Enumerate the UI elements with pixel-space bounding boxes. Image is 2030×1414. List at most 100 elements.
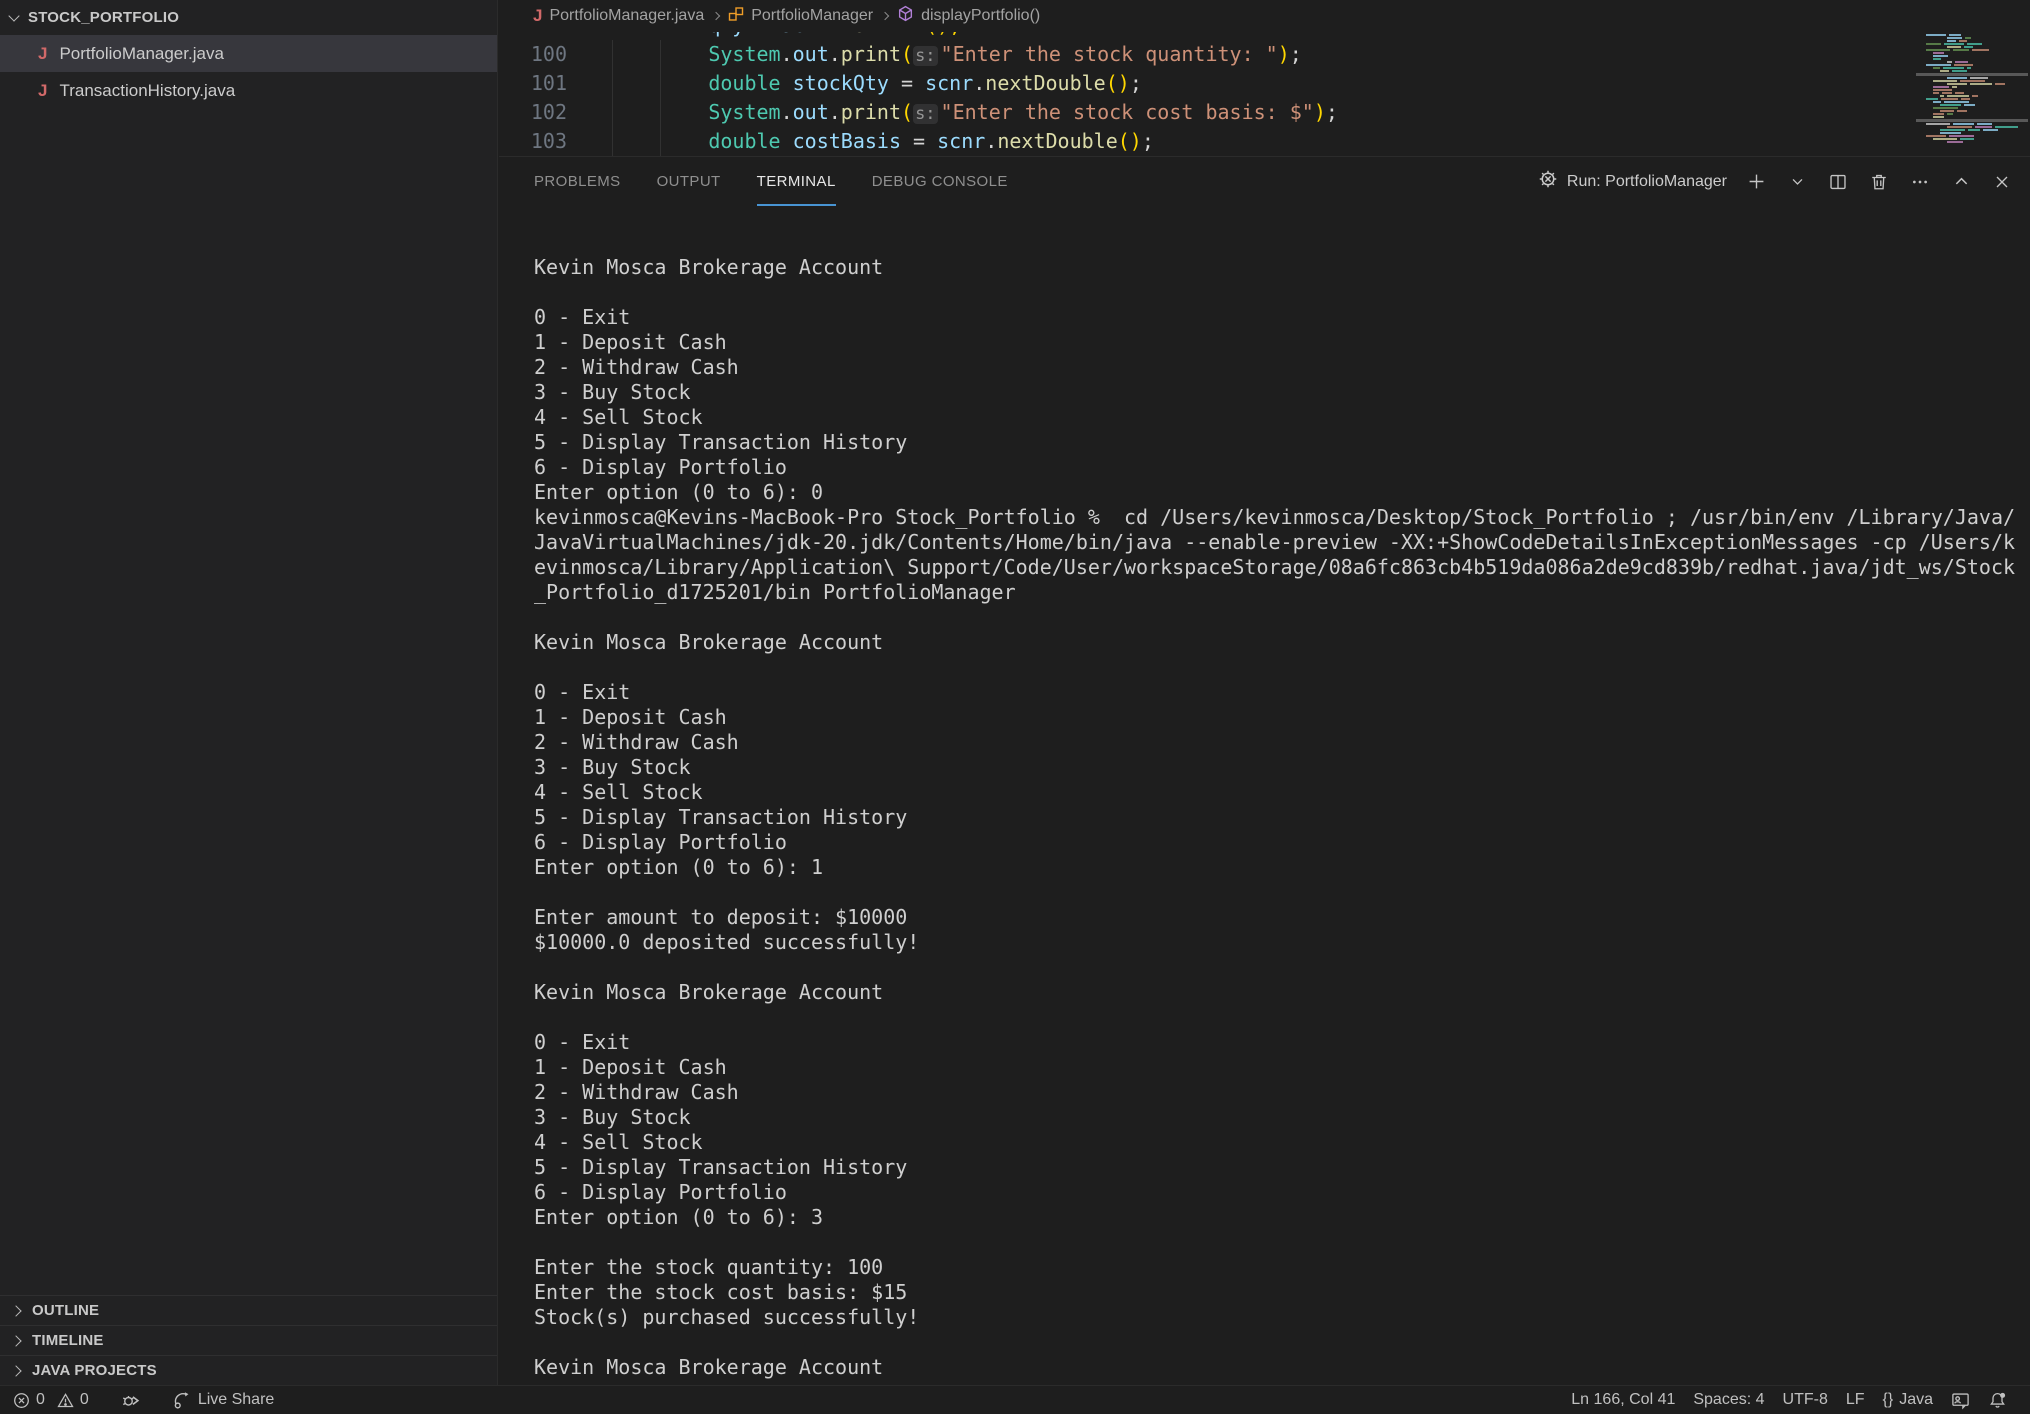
terminal-line: 0 - Exit: [534, 1030, 2030, 1055]
terminal-line: 2 - Withdraw Cash: [534, 1080, 2030, 1105]
terminal-line: 1 - Deposit Cash: [534, 705, 2030, 730]
notifications-button[interactable]: [1979, 1386, 2016, 1414]
terminal-line: 3 - Buy Stock: [534, 1105, 2030, 1130]
breadcrumb-class[interactable]: PortfolioManager: [728, 6, 873, 27]
maximize-panel-button[interactable]: [1949, 170, 1973, 194]
code-text: double stockQty = scnr.nextDouble();: [567, 69, 1142, 98]
terminal-line: Enter the stock quantity: 100: [534, 1255, 2030, 1280]
terminal-line: 6 - Display Portfolio: [534, 455, 2030, 480]
chevron-right-icon: [712, 12, 720, 20]
terminal-line: Kevin Mosca Brokerage Account: [534, 630, 2030, 655]
code-view[interactable]: qty = scnr.nextInt();100 System.out.prin…: [499, 32, 2030, 156]
language-mode[interactable]: {} Java: [1874, 1386, 1942, 1414]
tab-debug-console[interactable]: DEBUG CONSOLE: [872, 157, 1008, 206]
terminal-line: evinmosca/Library/Application\ Support/C…: [534, 555, 2030, 580]
terminal-line: 5 - Display Transaction History: [534, 805, 2030, 830]
sidebar-section-timeline[interactable]: TIMELINE: [0, 1325, 497, 1355]
java-file-icon: J: [533, 6, 542, 26]
tab-output[interactable]: OUTPUT: [657, 157, 721, 206]
terminal-line: [534, 280, 2030, 305]
minimap[interactable]: [1916, 34, 2028, 146]
java-file-icon: J: [38, 81, 47, 101]
terminal-line: [534, 1330, 2030, 1355]
sidebar-section-java-projects[interactable]: JAVA PROJECTS: [0, 1355, 497, 1385]
indentation-status[interactable]: Spaces: 4: [1684, 1386, 1773, 1414]
live-share-status[interactable]: Live Share: [164, 1386, 284, 1414]
code-line: 103 double costBasis = scnr.nextDouble()…: [499, 127, 2030, 156]
section-label: JAVA PROJECTS: [32, 1362, 157, 1379]
split-terminal-button[interactable]: [1826, 170, 1850, 194]
terminal-line: Stock(s) purchased successfully!: [534, 1305, 2030, 1330]
file-list: J PortfolioManager.java J TransactionHistor…: [0, 35, 497, 109]
problems-status[interactable]: 0 0: [4, 1386, 98, 1414]
error-icon: [13, 1392, 30, 1409]
java-debug-status[interactable]: [112, 1386, 150, 1414]
class-symbol-icon: [728, 6, 744, 27]
terminal-line: 0 - Exit: [534, 305, 2030, 330]
chevron-down-icon: [8, 10, 19, 21]
live-share-icon: [173, 1391, 192, 1410]
terminal-line: Kevin Mosca Brokerage Account: [534, 1355, 2030, 1380]
terminal-line: JavaVirtualMachines/jdk-20.jdk/Contents/…: [534, 530, 2030, 555]
terminal-line: 6 - Display Portfolio: [534, 1180, 2030, 1205]
line-number: 103: [499, 127, 567, 156]
chevron-right-icon: [10, 1335, 21, 1346]
code-line: 100 System.out.print(s:"Enter the stock …: [499, 40, 2030, 69]
terminal-line: 1 - Deposit Cash: [534, 330, 2030, 355]
terminal-line: $10000.0 deposited successfully!: [534, 930, 2030, 955]
explorer-sidebar: STOCK_PORTFOLIO JPortfolioManager.javaJT…: [0, 0, 498, 1385]
terminal-line: [534, 605, 2030, 630]
more-actions-button[interactable]: [1908, 170, 1932, 194]
file-name: PortfolioManager.java: [59, 44, 223, 64]
section-label: OUTLINE: [32, 1302, 99, 1319]
bug-run-icon: [121, 1390, 141, 1410]
editor-area: J PortfolioManager.java PortfolioManager…: [499, 0, 2030, 156]
file-item[interactable]: J PortfolioManager.java: [0, 35, 497, 72]
sidebar-bottom-sections: OUTLINE TIMELINE JAVA PROJECTS: [0, 1295, 497, 1385]
encoding-status[interactable]: UTF-8: [1774, 1386, 1837, 1414]
debug-icon: [1538, 169, 1558, 194]
terminal-line: 3 - Buy Stock: [534, 755, 2030, 780]
terminal-line: Enter option (0 to 6): 3: [534, 1205, 2030, 1230]
eol-status[interactable]: LF: [1837, 1386, 1874, 1414]
terminal-line: Enter option (0 to 6): 0: [534, 480, 2030, 505]
line-number: 100: [499, 40, 567, 69]
file-name: TransactionHistory.java: [59, 81, 235, 101]
feedback-button[interactable]: [1942, 1386, 1979, 1414]
terminal-line: kevinmosca@Kevins-MacBook-Pro Stock_Port…: [534, 505, 2030, 530]
terminal-line: [534, 655, 2030, 680]
terminal-line: 1 - Deposit Cash: [534, 1055, 2030, 1080]
code-line: 102 System.out.print(s:"Enter the stock …: [499, 98, 2030, 127]
terminal-line: _Portfolio_d1725201/bin PortfolioManager: [534, 580, 2030, 605]
java-file-icon: J: [38, 44, 47, 64]
close-panel-button[interactable]: [1990, 170, 2014, 194]
chevron-right-icon: [881, 12, 889, 20]
code-text: qty = scnr.nextInt();: [567, 32, 961, 40]
chevron-right-icon: [10, 1365, 21, 1376]
terminal-line: 2 - Withdraw Cash: [534, 355, 2030, 380]
bell-icon: [1988, 1391, 2007, 1410]
sidebar-section-outline[interactable]: OUTLINE: [0, 1295, 497, 1325]
terminal-line: Enter option (0 to 6): 1: [534, 855, 2030, 880]
tab-terminal[interactable]: TERMINAL: [757, 157, 836, 206]
panel-header: PROBLEMS OUTPUT TERMINAL DEBUG CONSOLE Run:…: [499, 157, 2030, 206]
breadcrumb-file[interactable]: J PortfolioManager.java: [533, 6, 704, 26]
terminal-dropdown-button[interactable]: [1785, 170, 1809, 194]
cursor-position[interactable]: Ln 166, Col 41: [1562, 1386, 1684, 1414]
kill-terminal-button[interactable]: [1867, 170, 1891, 194]
file-item[interactable]: J TransactionHistory.java: [0, 72, 497, 109]
terminal-output[interactable]: Kevin Mosca Brokerage Account0 - Exit1 -…: [499, 206, 2030, 1380]
terminal-process-selector[interactable]: Run: PortfolioManager: [1538, 169, 1727, 194]
code-text: double costBasis = scnr.nextDouble();: [567, 127, 1154, 156]
new-terminal-button[interactable]: [1744, 170, 1768, 194]
terminal-line: Kevin Mosca Brokerage Account: [534, 980, 2030, 1005]
breadcrumb-method[interactable]: displayPortfolio(): [897, 5, 1040, 27]
chevron-right-icon: [10, 1305, 21, 1316]
panel-tabs: PROBLEMS OUTPUT TERMINAL DEBUG CONSOLE: [534, 157, 1008, 206]
tab-problems[interactable]: PROBLEMS: [534, 157, 621, 206]
warning-icon: [57, 1392, 74, 1409]
status-bar: 0 0 Live Share: [0, 1385, 2030, 1414]
explorer-folder-header[interactable]: STOCK_PORTFOLIO: [0, 0, 497, 35]
code-text: System.out.print(s:"Enter the stock cost…: [567, 98, 1338, 127]
terminal-line: 4 - Sell Stock: [534, 405, 2030, 430]
